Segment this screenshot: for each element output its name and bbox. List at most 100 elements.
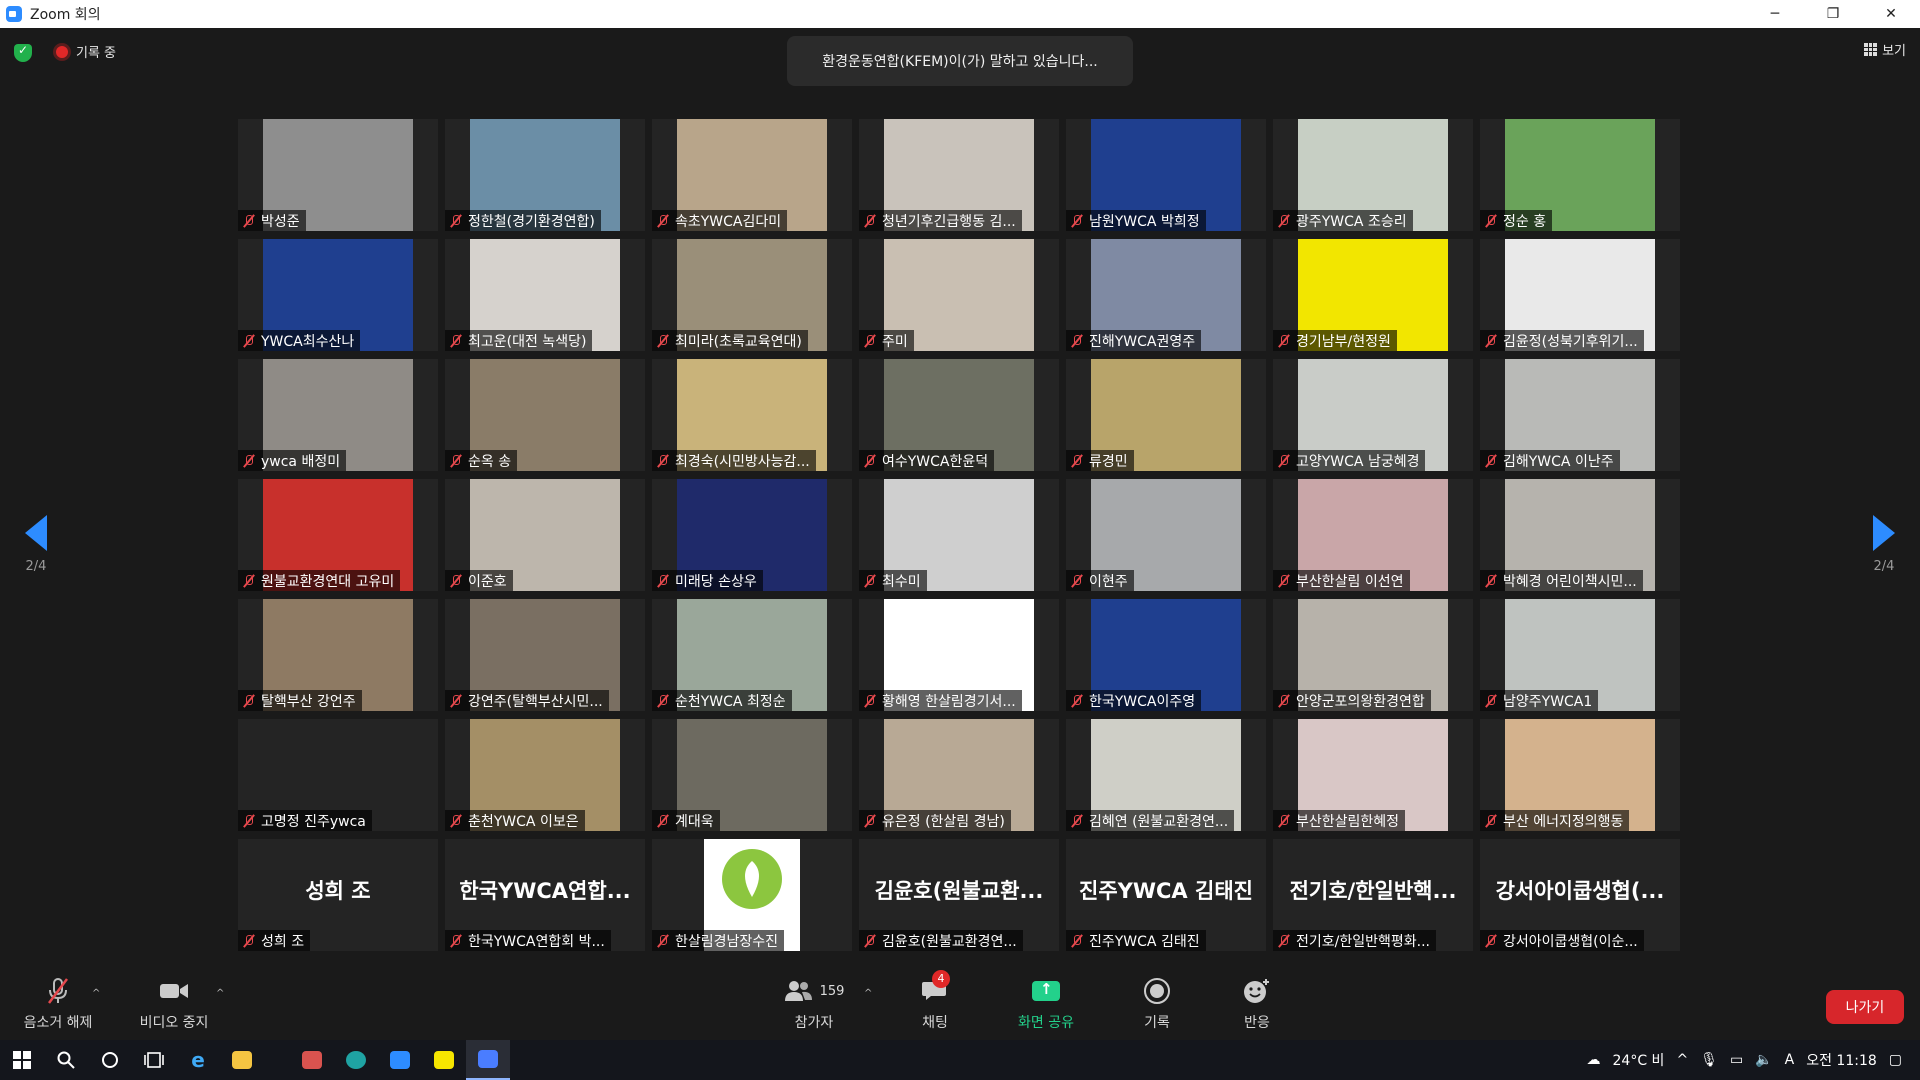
participant-name: 한살림경남장수진 — [675, 933, 779, 950]
participant-tile[interactable]: 박성준 — [238, 119, 438, 231]
participant-tile[interactable]: 정순 홍 — [1480, 119, 1680, 231]
participant-tile[interactable]: 김윤정(성북기후위기... — [1480, 239, 1680, 351]
participant-tile[interactable]: 한국YWCA연합... 한국YWCA연합회 박... — [445, 839, 645, 951]
participant-tile[interactable]: 남원YWCA 박희정 — [1066, 119, 1266, 231]
participant-tile[interactable]: 한살림경남장수진 — [652, 839, 852, 951]
task-view-icon[interactable] — [132, 1040, 176, 1080]
weather-text[interactable]: 24°C 비 — [1613, 1050, 1665, 1070]
participant-tile[interactable]: 부산한살림 이선연 — [1273, 479, 1473, 591]
minimize-button[interactable]: ─ — [1746, 0, 1804, 28]
volume-icon[interactable]: 🔈 — [1755, 1052, 1772, 1068]
mic-muted-icon — [1484, 934, 1498, 948]
participant-tile[interactable]: 류경민 — [1066, 359, 1266, 471]
participant-tile[interactable]: 부산한살림한혜정 — [1273, 719, 1473, 831]
participant-tile[interactable]: YWCA최수산나 — [238, 239, 438, 351]
mic-muted-icon — [1484, 454, 1498, 468]
participant-tile[interactable]: 원불교환경연대 고유미 — [238, 479, 438, 591]
participant-tile[interactable]: 김혜연 (원불교환경연... — [1066, 719, 1266, 831]
share-screen-icon — [1032, 980, 1060, 1001]
participant-name-tag: 광주YWCA 조승리 — [1273, 210, 1413, 231]
windows-start-icon[interactable] — [0, 1040, 44, 1080]
encryption-shield-icon[interactable] — [14, 43, 32, 62]
cortana-icon[interactable] — [88, 1040, 132, 1080]
participant-tile[interactable]: 최고운(대전 녹색당) — [445, 239, 645, 351]
app-red-icon[interactable] — [290, 1040, 334, 1080]
battery-icon[interactable]: ▭ — [1730, 1052, 1743, 1068]
participant-tile[interactable]: 순천YWCA 최정순 — [652, 599, 852, 711]
video-options-caret-icon[interactable]: ^ — [216, 988, 224, 999]
participant-tile[interactable]: 남양주YWCA1 — [1480, 599, 1680, 711]
participant-tile[interactable]: 최경숙(시민방사능감... — [652, 359, 852, 471]
participant-tile[interactable]: 춘천YWCA 이보은 — [445, 719, 645, 831]
participant-tile[interactable]: 진주YWCA 김태진 진주YWCA 김태진 — [1066, 839, 1266, 951]
participant-display-name: 진주YWCA 김태진 — [1079, 879, 1253, 903]
participant-tile[interactable]: 전기호/한일반핵... 전기호/한일반핵평화... — [1273, 839, 1473, 951]
participant-name-tag: 미래당 손상우 — [652, 570, 763, 591]
participant-name: 안양군포의왕환경연합 — [1296, 693, 1425, 710]
participant-tile[interactable]: 계대욱 — [652, 719, 852, 831]
mic-muted-icon — [242, 454, 256, 468]
participant-tile[interactable]: ywca 배정미 — [238, 359, 438, 471]
next-page-button[interactable]: 2/4 — [1864, 515, 1904, 574]
participant-tile[interactable]: 한국YWCA이주영 — [1066, 599, 1266, 711]
participant-tile[interactable]: 광주YWCA 조승리 — [1273, 119, 1473, 231]
participant-tile[interactable]: 강연주(탈핵부산시민... — [445, 599, 645, 711]
internet-explorer-icon[interactable]: e — [176, 1040, 220, 1080]
kakaotalk-icon[interactable] — [422, 1040, 466, 1080]
participant-tile[interactable]: 성희 조 성희 조 — [238, 839, 438, 951]
participant-tile[interactable]: 황해영 한살림경기서... — [859, 599, 1059, 711]
participant-tile[interactable]: 고명정 진주ywca — [238, 719, 438, 831]
reactions-button[interactable]: 반응 — [1230, 974, 1284, 1032]
participant-tile[interactable]: 탈핵부산 강언주 — [238, 599, 438, 711]
participant-tile[interactable]: 청년기후긴급행동 김... — [859, 119, 1059, 231]
clock[interactable]: 오전 11:18 — [1806, 1050, 1877, 1070]
participant-tile[interactable]: 미래당 손상우 — [652, 479, 852, 591]
window-title: Zoom 회의 — [30, 7, 101, 23]
notification-icon[interactable]: ▢ — [1889, 1052, 1902, 1068]
zoom-taskbar-icon[interactable] — [378, 1040, 422, 1080]
microphone-tray-icon[interactable]: 🎙 — [1700, 1052, 1718, 1068]
participant-tile[interactable]: 김해YWCA 이난주 — [1480, 359, 1680, 471]
participant-tile[interactable]: 순옥 송 — [445, 359, 645, 471]
page-indicator-left: 2/4 — [25, 559, 47, 574]
zoom-meeting-taskbar-icon[interactable] — [466, 1040, 510, 1080]
audio-options-caret-icon[interactable]: ^ — [92, 988, 100, 999]
edge-browser-icon[interactable] — [334, 1040, 378, 1080]
participant-tile[interactable]: 강서아이쿱생협(... 강서아이쿱생협(이순... — [1480, 839, 1680, 951]
weather-cloud-icon[interactable]: ☁ — [1587, 1052, 1601, 1068]
leave-button[interactable]: 나가기 — [1826, 990, 1904, 1024]
previous-page-button[interactable]: 2/4 — [16, 515, 56, 574]
participant-tile[interactable]: 박혜경 어린이책시민... — [1480, 479, 1680, 591]
search-icon[interactable] — [44, 1040, 88, 1080]
participant-tile[interactable]: 이준호 — [445, 479, 645, 591]
participant-tile[interactable]: 여수YWCA한윤덕 — [859, 359, 1059, 471]
file-explorer-icon[interactable] — [220, 1040, 264, 1080]
participant-tile[interactable]: 김윤호(원불교환... 김윤호(원불교환경연... — [859, 839, 1059, 951]
recording-indicator[interactable]: 기록 중 — [56, 42, 116, 61]
participant-tile[interactable]: 정한철(경기환경연합) — [445, 119, 645, 231]
participant-tile[interactable]: 최수미 — [859, 479, 1059, 591]
share-screen-button[interactable]: 화면 공유 — [1007, 974, 1085, 1032]
participant-tile[interactable]: 속초YWCA김다미 — [652, 119, 852, 231]
record-button[interactable]: 기록 — [1130, 974, 1184, 1032]
participant-tile[interactable]: 부산 에너지정의행동 — [1480, 719, 1680, 831]
participants-caret-icon[interactable]: ^ — [864, 988, 872, 999]
participant-tile[interactable]: 이현주 — [1066, 479, 1266, 591]
unmute-button[interactable]: 음소거 해제 — [14, 974, 102, 1032]
participant-tile[interactable]: 안양군포의왕환경연합 — [1273, 599, 1473, 711]
participant-tile[interactable]: 고양YWCA 남궁혜경 — [1273, 359, 1473, 471]
tray-chevron-icon[interactable]: ^ — [1676, 1052, 1688, 1068]
restore-button[interactable]: ❐ — [1804, 0, 1862, 28]
participant-name-tag: 고명정 진주ywca — [238, 810, 372, 831]
participant-tile[interactable]: 진해YWCA권영주 — [1066, 239, 1266, 351]
close-button[interactable]: ✕ — [1862, 0, 1920, 28]
participant-tile[interactable]: 주미 — [859, 239, 1059, 351]
participant-tile[interactable]: 유은정 (한살림 경남) — [859, 719, 1059, 831]
participant-tile[interactable]: 경기남부/현정원 — [1273, 239, 1473, 351]
ime-indicator[interactable]: A — [1785, 1052, 1795, 1068]
participant-tile[interactable]: 최미라(초록교육연대) — [652, 239, 852, 351]
chat-button[interactable]: 4 채팅 — [910, 970, 960, 1032]
stop-video-button[interactable]: 비디오 중지 — [130, 974, 218, 1032]
view-button[interactable]: 보기 — [1864, 40, 1906, 59]
participants-button[interactable]: 159 참가자 — [772, 974, 856, 1032]
